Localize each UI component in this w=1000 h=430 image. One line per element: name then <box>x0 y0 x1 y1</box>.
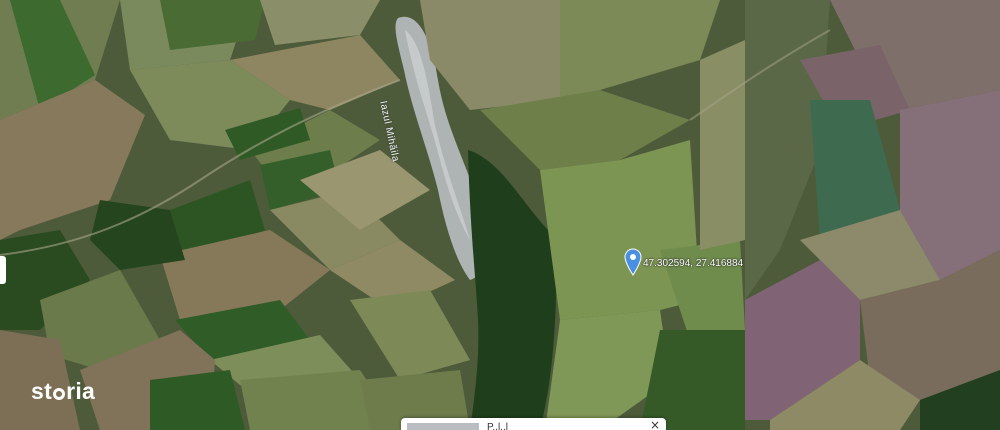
listing-title: P..l..l <box>487 422 508 430</box>
logo-text-start: st <box>31 378 53 404</box>
satellite-map[interactable]: Iazul Mihăila 47.302594, 27.416884 st ria… <box>0 0 1000 430</box>
logo-o-ring <box>53 388 66 400</box>
storia-logo: st ria <box>31 378 95 405</box>
listing-thumbnail <box>407 423 479 430</box>
coordinates-label: 47.302594, 27.416884 <box>643 258 744 269</box>
close-icon[interactable]: × <box>650 418 660 430</box>
satellite-terrain <box>0 0 1000 430</box>
panel-toggle-handle[interactable] <box>0 256 6 284</box>
logo-text-end: ria <box>66 378 96 404</box>
listing-preview-popup[interactable]: P..l..l × <box>401 418 666 430</box>
location-pin-icon[interactable] <box>624 248 642 276</box>
